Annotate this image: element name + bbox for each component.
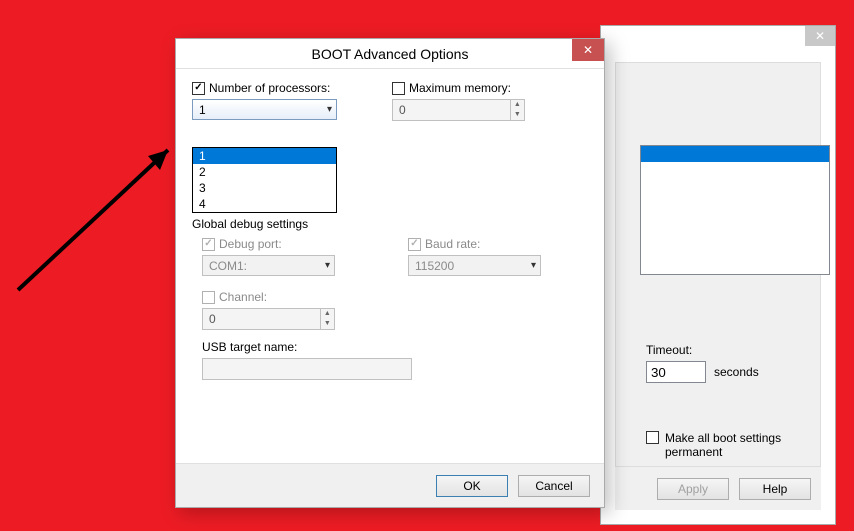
dialog-title: BOOT Advanced Options [312,46,469,62]
usb-target-label: USB target name: [192,340,588,354]
cancel-button[interactable]: Cancel [518,475,590,497]
baud-rate-combo: 115200 ▾ [408,255,541,276]
max-memory-checkbox[interactable] [392,82,405,95]
debug-port-combo: COM1: ▾ [202,255,335,276]
baud-rate-checkbox: ✓ [408,238,421,251]
num-processors-option-1[interactable]: 1 [193,148,336,164]
parent-dialog: ✕ Timeout: seconds Make all boot setting… [600,25,836,525]
dialog-body: ✓ Number of processors: 1 ▾ Maximum memo… [176,69,604,463]
channel-input [203,309,320,329]
permanent-label: Make all boot settings permanent [665,431,815,459]
usb-target-input [202,358,412,380]
channel-label: Channel: [219,290,267,304]
max-memory-label: Maximum memory: [409,81,511,95]
permanent-checkbox[interactable] [646,431,659,444]
spin-down-icon[interactable]: ▼ [511,110,524,120]
num-processors-label: Number of processors: [209,81,330,95]
debug-port-label: Debug port: [219,237,282,251]
chevron-down-icon: ▾ [531,260,536,271]
num-processors-dropdown[interactable]: 1 2 3 4 [192,147,337,213]
channel-spinner: ▲ ▼ [202,308,335,330]
timeout-label: Timeout: [646,343,692,357]
timeout-unit: seconds [714,365,759,379]
chevron-down-icon: ▾ [327,104,332,115]
debug-port-checkbox: ✓ [202,238,215,251]
spin-up-icon[interactable]: ▲ [511,100,524,110]
ok-button[interactable]: OK [436,475,508,497]
num-processors-option-2[interactable]: 2 [193,164,336,180]
close-button[interactable]: ✕ [572,39,604,61]
annotation-arrow [8,130,188,300]
timeout-input[interactable] [646,361,706,383]
parent-button-bar: Apply Help [615,466,821,510]
num-processors-value: 1 [199,103,206,117]
help-button[interactable]: Help [739,478,811,500]
max-memory-spinner[interactable]: ▲ ▼ [392,99,525,121]
num-processors-combo[interactable]: 1 ▾ [192,99,337,120]
spin-up-icon: ▲ [321,309,334,319]
titlebar: BOOT Advanced Options ✕ [176,39,604,69]
channel-checkbox [202,291,215,304]
spin-down-icon: ▼ [321,319,334,329]
num-processors-checkbox[interactable]: ✓ [192,82,205,95]
apply-button[interactable]: Apply [657,478,729,500]
baud-rate-value: 115200 [415,259,454,273]
max-memory-input[interactable] [393,100,510,120]
global-debug-label: Global debug settings [192,217,588,231]
chevron-down-icon: ▾ [325,260,330,271]
dialog-button-bar: OK Cancel [176,463,604,507]
baud-rate-label: Baud rate: [425,237,480,251]
parent-close-button[interactable]: ✕ [805,26,835,46]
boot-advanced-options-dialog: BOOT Advanced Options ✕ ✓ Number of proc… [175,38,605,508]
num-processors-option-4[interactable]: 4 [193,196,336,212]
os-listbox[interactable] [640,145,830,275]
num-processors-option-3[interactable]: 3 [193,180,336,196]
os-list-selected-row[interactable] [641,146,829,162]
parent-body: Timeout: seconds Make all boot settings … [615,62,821,510]
debug-port-value: COM1: [209,259,247,273]
